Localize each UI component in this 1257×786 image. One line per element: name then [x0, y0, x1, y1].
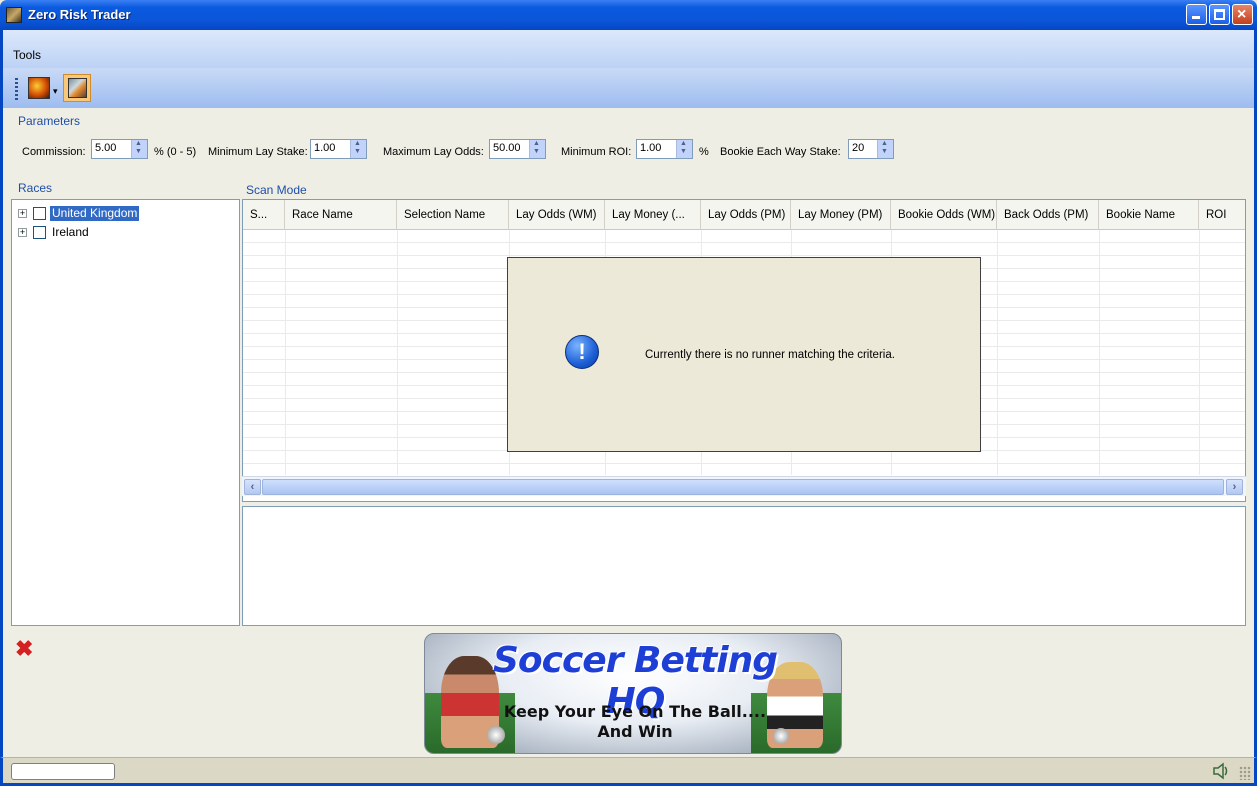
min-roi-unit: %	[699, 146, 709, 158]
scroll-right-icon[interactable]: ›	[1226, 479, 1243, 495]
error-icon[interactable]: ✖	[15, 638, 33, 660]
toolbar: ▾	[0, 68, 1257, 108]
min-lay-stake-spinner[interactable]: 1.00 ▲ ▼	[310, 139, 367, 159]
no-runner-message-box: ! Currently there is no runner matching …	[507, 257, 981, 452]
status-bar	[0, 757, 1257, 786]
image-toolbar-button[interactable]	[63, 74, 91, 102]
column-header[interactable]: Race Name	[285, 200, 397, 230]
grid-header: S... Race Name Selection Name Lay Odds (…	[243, 200, 1245, 230]
tree-item-label[interactable]: Ireland	[50, 225, 91, 240]
min-roi-spinner[interactable]: 1.00 ▲ ▼	[636, 139, 693, 159]
title-bar[interactable]: Zero Risk Trader ×	[0, 0, 1257, 30]
spin-up-icon[interactable]: ▲	[881, 140, 888, 147]
spin-down-icon[interactable]: ▼	[354, 148, 361, 155]
scan-dropdown-button[interactable]: ▾	[25, 74, 58, 102]
minimize-button[interactable]	[1186, 4, 1207, 25]
commission-value: 5.00	[95, 142, 117, 154]
banner-tagline: And Win	[597, 722, 673, 741]
speaker-icon[interactable]	[1211, 761, 1231, 781]
menu-bar: Tools	[0, 30, 1257, 68]
dropdown-arrow-icon: ▾	[53, 86, 58, 96]
scrollbar-thumb[interactable]	[262, 479, 1224, 495]
close-icon: ×	[1237, 6, 1247, 23]
close-button[interactable]: ×	[1232, 4, 1253, 25]
min-lay-stake-label: Minimum Lay Stake:	[208, 146, 308, 158]
bookie-each-way-value: 20	[852, 142, 865, 154]
toolbar-grip[interactable]	[15, 78, 18, 100]
scan-icon	[28, 77, 50, 99]
spin-up-icon[interactable]: ▲	[533, 140, 540, 147]
progress-bar	[11, 763, 115, 780]
column-header[interactable]: Selection Name	[397, 200, 509, 230]
race-checkbox[interactable]	[33, 207, 46, 220]
column-header[interactable]: ROI	[1199, 200, 1245, 230]
spin-up-icon[interactable]: ▲	[680, 140, 687, 147]
max-lay-odds-spinner[interactable]: 50.00 ▲ ▼	[489, 139, 546, 159]
max-lay-odds-value: 50.00	[493, 142, 521, 154]
scroll-left-icon[interactable]: ‹	[244, 479, 261, 495]
tree-item-label[interactable]: United Kingdom	[50, 206, 140, 221]
min-roi-value: 1.00	[640, 142, 662, 154]
app-icon[interactable]	[6, 7, 22, 23]
column-header[interactable]: Lay Money (PM)	[791, 200, 891, 230]
column-header[interactable]: S...	[243, 200, 285, 230]
scan-group-label: Scan Mode	[246, 183, 307, 197]
bookie-each-way-label: Bookie Each Way Stake:	[720, 146, 841, 158]
race-checkbox[interactable]	[33, 226, 46, 239]
races-group-label: Races	[18, 181, 53, 195]
column-header[interactable]: Lay Money (...	[605, 200, 701, 230]
spin-up-icon[interactable]: ▲	[354, 140, 361, 147]
column-header[interactable]: Lay Odds (WM)	[509, 200, 605, 230]
column-header[interactable]: Bookie Odds (WM)	[891, 200, 997, 230]
max-lay-odds-label: Maximum Lay Odds:	[383, 146, 484, 158]
expand-icon[interactable]: +	[18, 209, 27, 218]
resize-grip[interactable]	[1239, 766, 1251, 780]
expand-icon[interactable]: +	[18, 228, 27, 237]
maximize-icon	[1214, 9, 1225, 20]
detail-panel[interactable]	[242, 506, 1246, 626]
banner-tagline: Keep Your Eye On The Ball....	[503, 702, 767, 721]
min-lay-stake-value: 1.00	[314, 142, 336, 154]
picture-icon	[68, 78, 87, 98]
commission-spinner[interactable]: 5.00 ▲ ▼	[91, 139, 148, 159]
bookie-each-way-spinner[interactable]: 20 ▲ ▼	[848, 139, 894, 159]
commission-label: Commission:	[22, 146, 86, 158]
commission-hint: % (0 - 5)	[154, 146, 197, 158]
min-roi-label: Minimum ROI:	[561, 146, 632, 158]
races-tree[interactable]: + United Kingdom + Ireland	[11, 199, 240, 626]
spin-down-icon[interactable]: ▼	[680, 148, 687, 155]
info-icon: !	[565, 335, 599, 369]
spin-up-icon[interactable]: ▲	[135, 140, 142, 147]
spin-down-icon[interactable]: ▼	[533, 148, 540, 155]
spin-down-icon[interactable]: ▼	[881, 148, 888, 155]
column-header[interactable]: Lay Odds (PM)	[701, 200, 791, 230]
window-title: Zero Risk Trader	[28, 7, 131, 22]
no-runner-message: Currently there is no runner matching th…	[645, 349, 895, 361]
column-header[interactable]: Bookie Name	[1099, 200, 1199, 230]
spin-down-icon[interactable]: ▼	[135, 148, 142, 155]
banner-ad[interactable]: Soccer Betting HQ Keep Your Eye On The B…	[424, 633, 842, 754]
maximize-button[interactable]	[1209, 4, 1230, 25]
parameters-group-label: Parameters	[18, 114, 81, 128]
minimize-icon	[1192, 16, 1200, 19]
column-header[interactable]: Back Odds (PM)	[997, 200, 1099, 230]
horizontal-scrollbar[interactable]: ‹ ›	[242, 476, 1246, 496]
menu-tools[interactable]: Tools	[13, 48, 41, 62]
